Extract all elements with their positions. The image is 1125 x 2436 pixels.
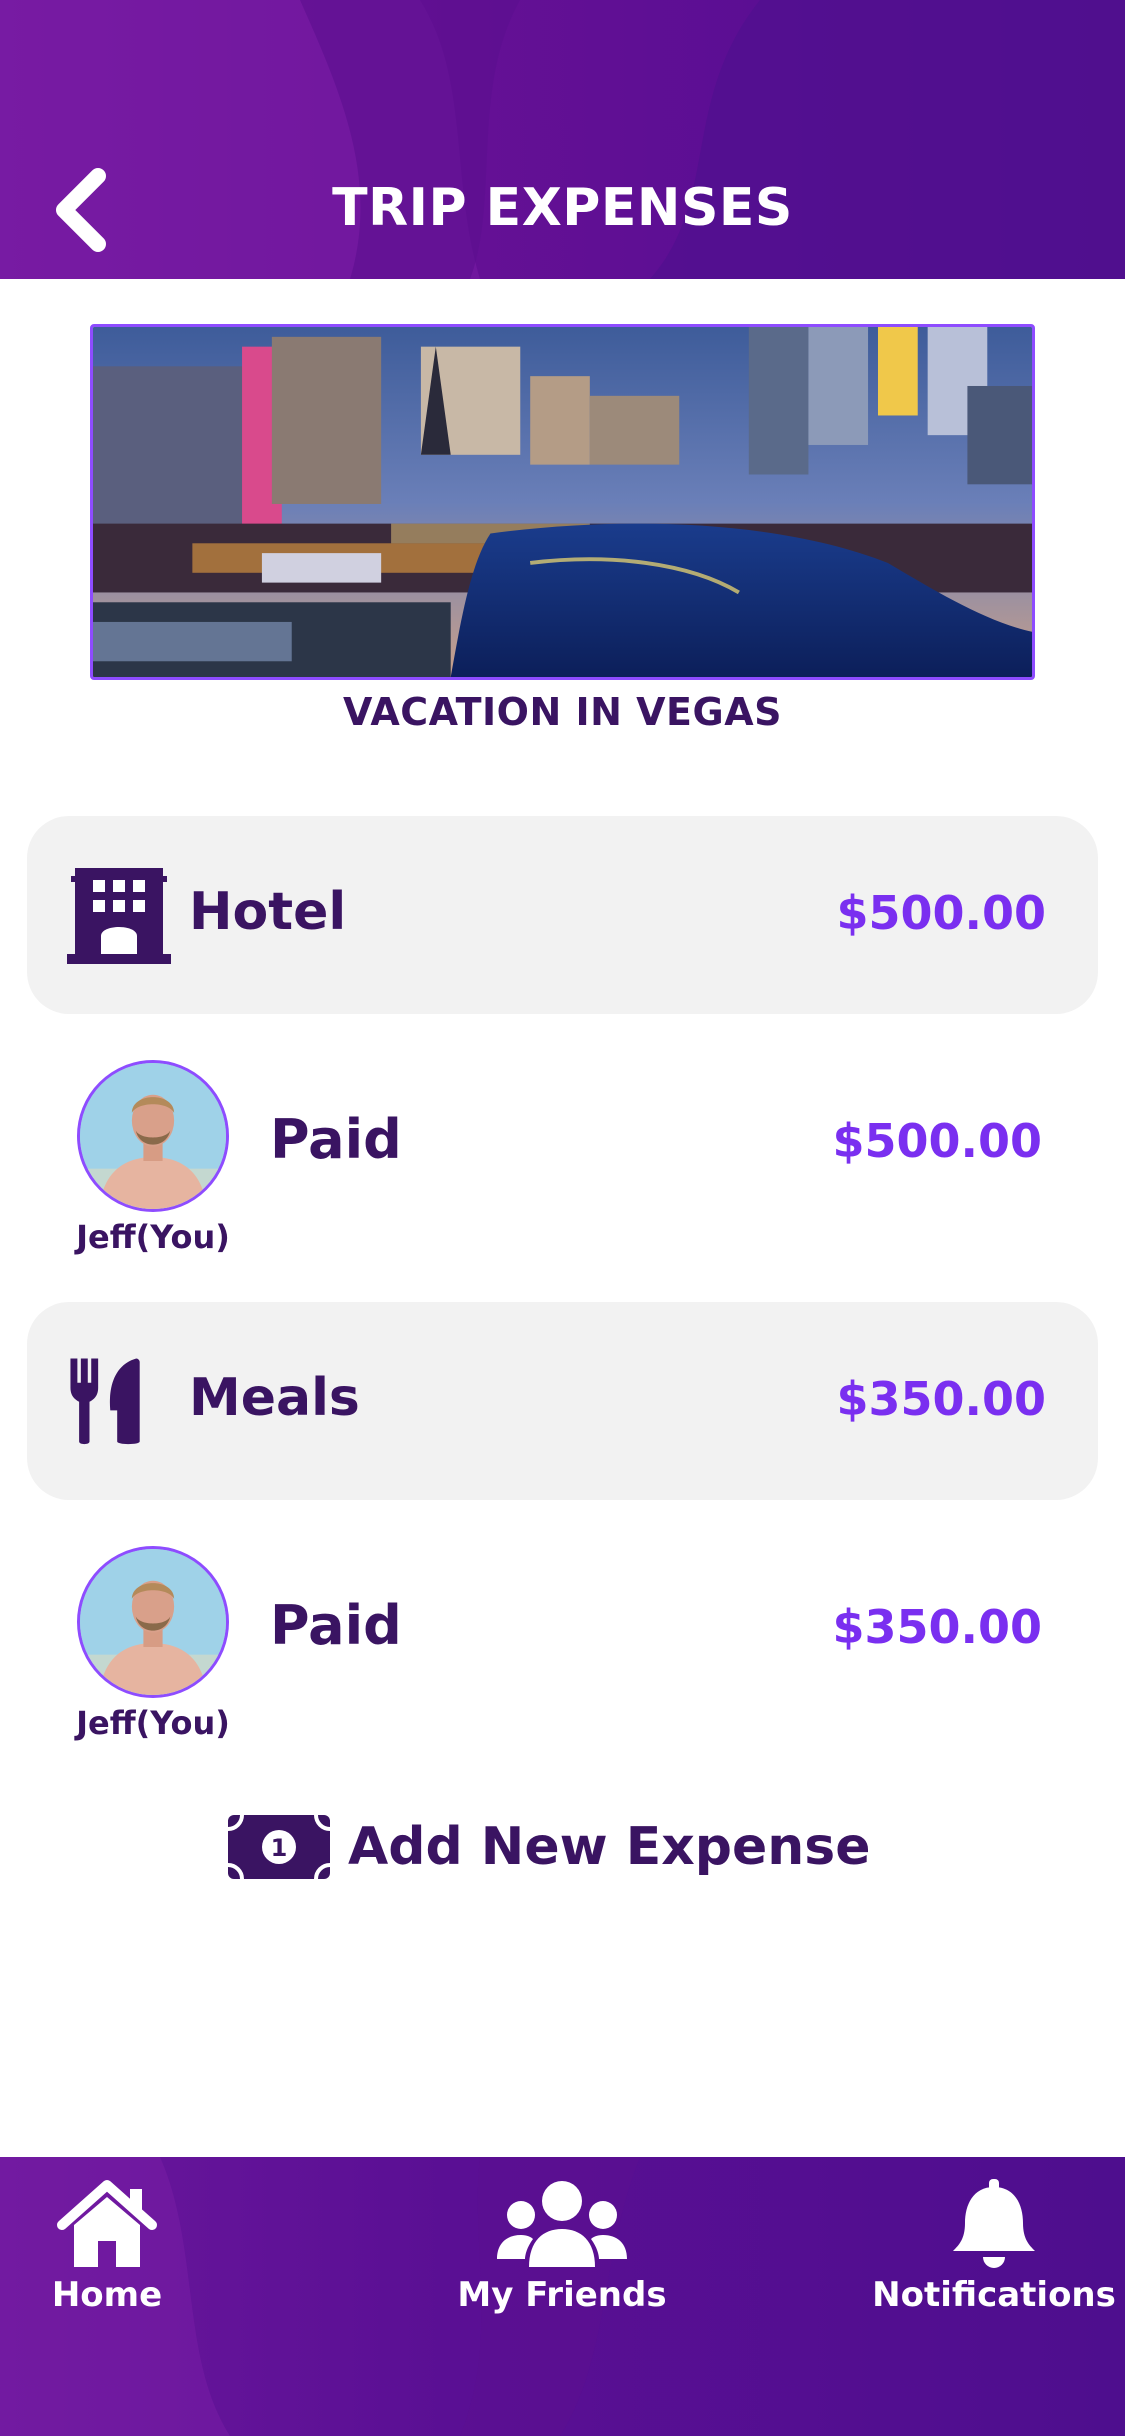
vegas-skyline-image xyxy=(93,327,1032,677)
bottom-navigation: Home My Friends Notifications xyxy=(0,2157,1125,2436)
category-name: Hotel xyxy=(189,882,347,942)
svg-text:1: 1 xyxy=(271,1834,288,1862)
nav-my-friends[interactable]: My Friends xyxy=(457,2179,667,2329)
trip-name: VACATION IN VEGAS xyxy=(343,690,782,734)
hotel-icon xyxy=(67,868,171,964)
nav-notifications-label: Notifications xyxy=(872,2275,1116,2315)
money-bill-icon: 1 xyxy=(228,1815,330,1879)
nav-notifications[interactable]: Notifications xyxy=(872,2179,1116,2329)
category-amount: $500.00 xyxy=(836,886,1046,940)
utensils-icon xyxy=(70,1358,140,1445)
trip-banner-image xyxy=(90,324,1035,680)
expense-category-card-meals[interactable]: Meals $350.00 xyxy=(27,1302,1098,1500)
avatar xyxy=(77,1546,229,1698)
payment-row-meals[interactable]: Jeff(You) Paid $350.00 xyxy=(0,1546,1125,1746)
avatar xyxy=(77,1060,229,1212)
bell-icon xyxy=(953,2179,1035,2268)
payment-amount: $500.00 xyxy=(832,1114,1042,1168)
nav-my-friends-label: My Friends xyxy=(457,2275,667,2315)
payer-name: Jeff(You) xyxy=(76,1704,230,1742)
payment-status: Paid xyxy=(270,1594,402,1657)
nav-home-label: Home xyxy=(51,2275,163,2315)
home-icon xyxy=(57,2180,157,2267)
category-amount: $350.00 xyxy=(836,1372,1046,1426)
expense-category-card-hotel[interactable]: Hotel $500.00 xyxy=(27,816,1098,1014)
payment-amount: $350.00 xyxy=(832,1600,1042,1654)
payer-name: Jeff(You) xyxy=(76,1218,230,1256)
page-title: TRIP EXPENSES xyxy=(332,178,793,238)
category-name: Meals xyxy=(189,1368,360,1428)
payment-row-hotel[interactable]: Jeff(You) Paid $500.00 xyxy=(0,1060,1125,1260)
nav-home[interactable]: Home xyxy=(44,2179,170,2329)
app-header: TRIP EXPENSES xyxy=(0,0,1125,279)
users-icon xyxy=(497,2181,627,2267)
add-expense-label: Add New Expense xyxy=(348,1817,871,1877)
add-new-expense-button[interactable]: 1 Add New Expense xyxy=(228,1812,871,1882)
payment-status: Paid xyxy=(270,1108,402,1171)
